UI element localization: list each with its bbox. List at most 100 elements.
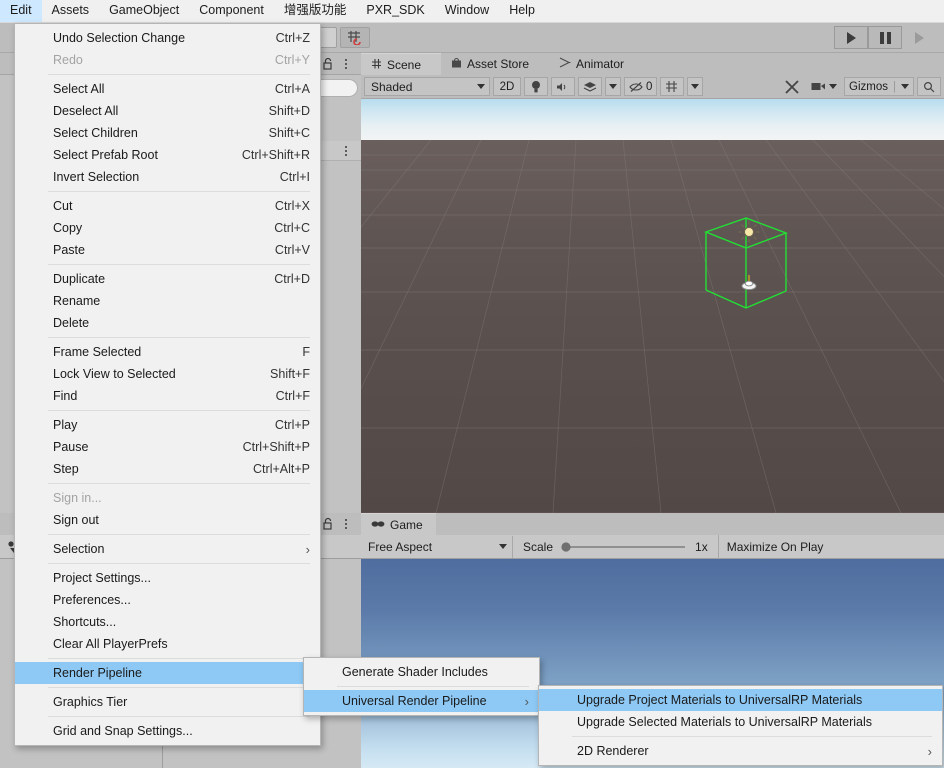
menu-item-2d-renderer[interactable]: 2D Renderer › bbox=[539, 740, 942, 762]
fx-icon[interactable] bbox=[578, 77, 602, 96]
menu-gameobject[interactable]: GameObject bbox=[99, 0, 189, 22]
tab-animator[interactable]: Animator bbox=[549, 53, 647, 75]
fx-dropdown[interactable] bbox=[605, 77, 621, 96]
menu-separator bbox=[48, 74, 310, 75]
menu-item-graphics-tier[interactable]: Graphics Tier › bbox=[15, 691, 320, 713]
camera-icon[interactable] bbox=[807, 77, 841, 96]
grid-dropdown[interactable] bbox=[687, 77, 704, 96]
tab-asset-store[interactable]: Asset Store bbox=[441, 53, 549, 75]
menu-item-generate-shader-includes[interactable]: Generate Shader Includes bbox=[304, 661, 539, 683]
game-tab-row: Game bbox=[361, 513, 944, 535]
tab-game[interactable]: Game bbox=[361, 513, 436, 535]
scale-slider[interactable] bbox=[559, 541, 689, 553]
toggle-2d-button[interactable]: 2D bbox=[493, 77, 521, 96]
menu-component[interactable]: Component bbox=[189, 0, 274, 22]
menu-item-cut[interactable]: Cut Ctrl+X bbox=[15, 195, 320, 217]
menu-separator bbox=[48, 534, 310, 535]
menu-item-label: Deselect All bbox=[53, 104, 119, 118]
search-icon[interactable] bbox=[917, 77, 941, 96]
menu-item-find[interactable]: Find Ctrl+F bbox=[15, 385, 320, 407]
menu-item-shortcut: Ctrl+Y bbox=[274, 53, 310, 67]
menu-item-delete[interactable]: Delete bbox=[15, 312, 320, 334]
menu-item-select-prefab-root[interactable]: Select Prefab Root Ctrl+Shift+R bbox=[15, 144, 320, 166]
menu-item-label: Universal Render Pipeline bbox=[342, 694, 487, 708]
menu-item-pause[interactable]: Pause Ctrl+Shift+P bbox=[15, 436, 320, 458]
tab-game-label: Game bbox=[390, 517, 423, 532]
menu-item-sign-out[interactable]: Sign out bbox=[15, 509, 320, 531]
aspect-ratio-dropdown[interactable]: Free Aspect bbox=[361, 535, 513, 558]
menu-item-label: Copy bbox=[53, 221, 83, 235]
hidden-count-label: 0 bbox=[646, 80, 653, 93]
shading-mode-dropdown[interactable]: Shaded bbox=[364, 77, 490, 96]
menu-item-universal-render-pipeline[interactable]: Universal Render Pipeline › bbox=[304, 690, 539, 712]
play-icon[interactable] bbox=[834, 26, 868, 49]
menu-item-redo[interactable]: Redo Ctrl+Y bbox=[15, 49, 320, 71]
menu-item-shortcut: Ctrl+A bbox=[274, 82, 310, 96]
menu-item-rename[interactable]: Rename bbox=[15, 290, 320, 312]
scene-viewport[interactable] bbox=[361, 99, 944, 513]
menu-item-label: Sign in... bbox=[53, 491, 102, 505]
menu-enhanced-features[interactable]: 增强版功能 bbox=[274, 0, 357, 22]
row-options-icon[interactable] bbox=[340, 144, 352, 158]
menu-item-copy[interactable]: Copy Ctrl+C bbox=[15, 217, 320, 239]
menu-item-preferences[interactable]: Preferences... bbox=[15, 589, 320, 611]
menu-item-sign-in[interactable]: Sign in... bbox=[15, 487, 320, 509]
audio-gizmo-icon bbox=[741, 275, 757, 291]
menu-item-lock-view-to-selected[interactable]: Lock View to Selected Shift+F bbox=[15, 363, 320, 385]
gizmos-dropdown[interactable]: Gizmos | bbox=[844, 77, 914, 96]
menu-item-select-children[interactable]: Select Children Shift+C bbox=[15, 122, 320, 144]
menu-item-play[interactable]: Play Ctrl+P bbox=[15, 414, 320, 436]
grid-icon[interactable] bbox=[660, 77, 685, 96]
menu-item-label: Project Settings... bbox=[53, 571, 151, 585]
chevron-right-icon: › bbox=[927, 743, 932, 759]
menu-item-upgrade-selected-materials[interactable]: Upgrade Selected Materials to UniversalR… bbox=[539, 711, 942, 733]
menu-separator bbox=[48, 716, 310, 717]
menu-item-frame-selected[interactable]: Frame Selected F bbox=[15, 341, 320, 363]
speaker-icon[interactable] bbox=[551, 77, 575, 96]
menu-item-clear-all-playerprefs[interactable]: Clear All PlayerPrefs bbox=[15, 633, 320, 655]
lock-icon[interactable] bbox=[322, 57, 334, 70]
maximize-on-play-toggle[interactable]: Maximize On Play bbox=[719, 540, 832, 554]
menu-item-render-pipeline[interactable]: Render Pipeline › bbox=[15, 662, 320, 684]
grid-snap-icon[interactable] bbox=[340, 27, 370, 48]
menu-edit[interactable]: Edit bbox=[0, 0, 42, 22]
menu-item-deselect-all[interactable]: Deselect All Shift+D bbox=[15, 100, 320, 122]
menu-item-invert-selection[interactable]: Invert Selection Ctrl+I bbox=[15, 166, 320, 188]
step-icon[interactable] bbox=[902, 26, 936, 49]
menu-item-upgrade-project-materials[interactable]: Upgrade Project Materials to UniversalRP… bbox=[539, 689, 942, 711]
tools-icon[interactable] bbox=[780, 77, 804, 96]
menu-item-shortcut: Ctrl+Alt+P bbox=[253, 462, 310, 476]
menu-item-label: Graphics Tier bbox=[53, 695, 128, 709]
pause-icon[interactable] bbox=[868, 26, 902, 49]
urp-submenu: Upgrade Project Materials to UniversalRP… bbox=[538, 685, 943, 766]
menu-item-undo-selection-change[interactable]: Undo Selection Change Ctrl+Z bbox=[15, 27, 320, 49]
project-lock-icon[interactable] bbox=[322, 517, 334, 530]
menu-assets[interactable]: Assets bbox=[42, 0, 100, 22]
tab-scene[interactable]: Scene bbox=[361, 53, 441, 75]
shading-mode-label: Shaded bbox=[371, 79, 413, 94]
menu-item-select-all[interactable]: Select All Ctrl+A bbox=[15, 78, 320, 100]
project-options-icon[interactable] bbox=[340, 517, 352, 531]
menu-item-label: Lock View to Selected bbox=[53, 367, 176, 381]
tab-asset-store-label: Asset Store bbox=[467, 57, 530, 71]
hidden-objects-toggle[interactable]: 0 bbox=[624, 77, 658, 96]
menu-item-shortcuts[interactable]: Shortcuts... bbox=[15, 611, 320, 633]
scene-view-panel: Scene Asset Store Animator Shaded 2D 0 G… bbox=[361, 53, 944, 513]
menu-item-selection[interactable]: Selection › bbox=[15, 538, 320, 560]
menu-item-label: Preferences... bbox=[53, 593, 131, 607]
scene-tab-row: Scene Asset Store Animator bbox=[361, 53, 944, 75]
menu-item-project-settings[interactable]: Project Settings... bbox=[15, 567, 320, 589]
lightbulb-icon[interactable] bbox=[524, 77, 548, 96]
light-gizmo-icon bbox=[738, 221, 760, 243]
menu-help[interactable]: Help bbox=[499, 0, 545, 22]
menu-item-step[interactable]: Step Ctrl+Alt+P bbox=[15, 458, 320, 480]
menu-item-grid-and-snap-settings[interactable]: Grid and Snap Settings... bbox=[15, 720, 320, 742]
menu-pxr-sdk[interactable]: PXR_SDK bbox=[356, 0, 434, 22]
menu-item-duplicate[interactable]: Duplicate Ctrl+D bbox=[15, 268, 320, 290]
menu-item-label: Delete bbox=[53, 316, 90, 330]
menu-item-paste[interactable]: Paste Ctrl+V bbox=[15, 239, 320, 261]
menu-window[interactable]: Window bbox=[435, 0, 499, 22]
menu-item-label: Pause bbox=[53, 440, 89, 454]
hierarchy-options-icon[interactable] bbox=[340, 57, 352, 71]
menu-item-label: Step bbox=[53, 462, 79, 476]
